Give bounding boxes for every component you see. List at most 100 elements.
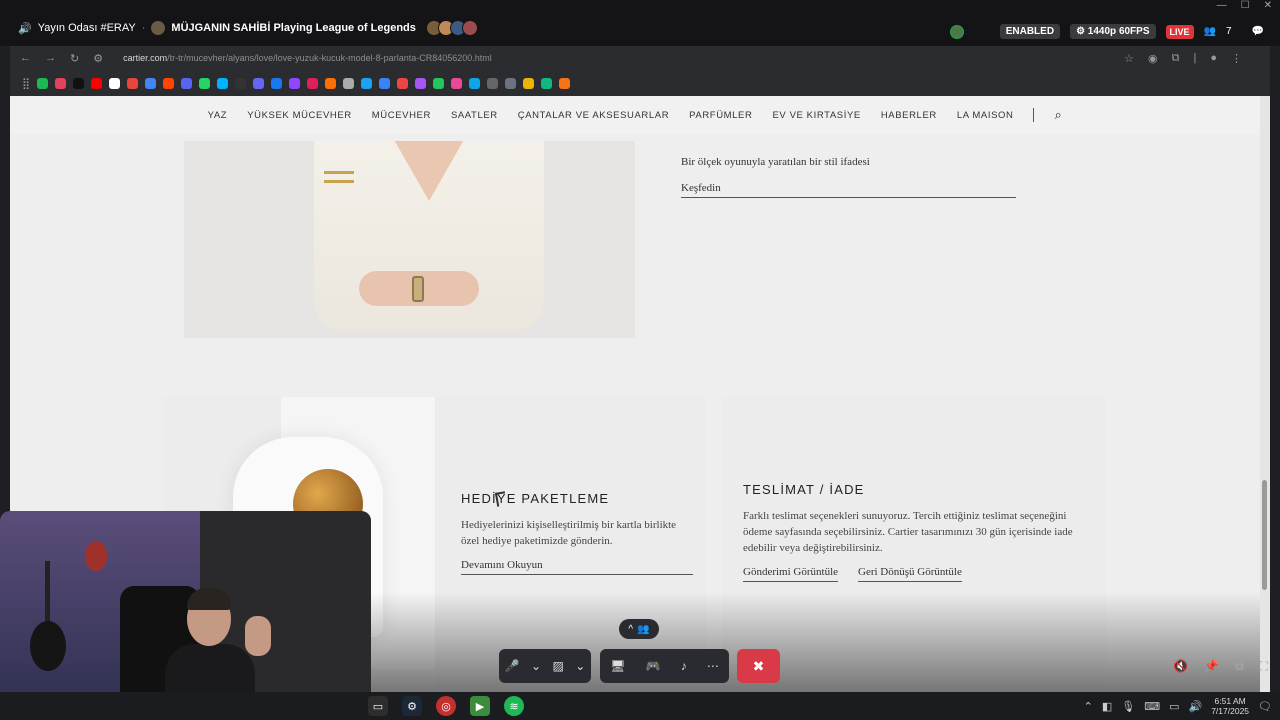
nav-item[interactable]: YÜKSEK MÜCEVHER	[247, 110, 352, 121]
volume-icon[interactable]: 🔊	[1189, 700, 1203, 713]
minimize-icon[interactable]: —	[1217, 0, 1227, 11]
bookmark-icon[interactable]	[325, 77, 337, 89]
menu-icon[interactable]: ⋮	[1231, 52, 1242, 65]
activity-icon[interactable]: 🎮	[646, 659, 661, 673]
bookmark-icon[interactable]	[271, 77, 283, 89]
discover-link[interactable]: Keşfedin	[681, 182, 1016, 198]
close-icon[interactable]: ✕	[1264, 0, 1272, 11]
nav-item[interactable]: MÜCEVHER	[372, 110, 431, 121]
nav-item[interactable]: ÇANTALAR VE AKSESUARLAR	[518, 110, 669, 121]
quality-badge: ⚙ 1440p 60FPS	[1070, 24, 1156, 39]
gift-read-more-link[interactable]: Devamını Okuyun	[461, 559, 693, 575]
clock[interactable]: 6:51 AM 7/17/2025	[1211, 696, 1249, 716]
stream-view-controls: 🔇 📌 ⧉ ⛶	[1173, 659, 1268, 674]
bookmark-icon[interactable]	[541, 77, 553, 89]
popout-icon[interactable]: ⧉	[1235, 659, 1244, 674]
bookmark-icon[interactable]	[109, 77, 121, 89]
puzzle-icon[interactable]: ⧉	[1172, 52, 1180, 65]
bookmark-icon[interactable]	[289, 77, 301, 89]
hair	[187, 588, 231, 610]
bookmark-icon[interactable]	[361, 77, 373, 89]
nav-divider	[1033, 108, 1035, 122]
enabled-badge: ENABLED	[999, 24, 1061, 39]
reload-icon[interactable]: ↻	[70, 52, 79, 65]
nav-item[interactable]: PARFÜMLER	[689, 110, 752, 121]
address-bar[interactable]: cartier.com/tr-tr/mucevher/alyans/love/l…	[123, 53, 492, 63]
fullscreen-icon[interactable]: ⛶	[1260, 659, 1268, 674]
keyboard-icon[interactable]: ⌨	[1144, 700, 1160, 713]
mute-icon[interactable]: 🔇	[1173, 659, 1188, 674]
pin-icon[interactable]: 📌	[1204, 659, 1219, 674]
activity-controls: 🖥 🎮 ♪ ⋯	[600, 649, 729, 683]
bookmark-icon[interactable]	[307, 77, 319, 89]
forward-icon[interactable]: →	[45, 52, 56, 64]
bookmark-icon[interactable]	[37, 77, 49, 89]
tray-app-icon[interactable]: ◧	[1102, 700, 1112, 713]
bookmark-icon[interactable]	[451, 77, 463, 89]
view-shipping-link[interactable]: Gönderimi Görüntüle	[743, 566, 839, 582]
soundboard-icon[interactable]: ♪	[681, 659, 687, 673]
bookmark-icon[interactable]	[253, 77, 265, 89]
site-info-icon[interactable]: ⚙	[93, 52, 103, 65]
people-icon[interactable]: 👥	[1204, 26, 1216, 37]
bookmark-icon[interactable]	[73, 77, 85, 89]
bookmark-icon[interactable]	[127, 77, 139, 89]
chevron-down-icon[interactable]: ⌄	[531, 659, 541, 673]
star-icon[interactable]: ☆	[1124, 52, 1134, 65]
bookmark-icon[interactable]	[379, 77, 391, 89]
nav-item[interactable]: HABERLER	[881, 110, 937, 121]
spotify-icon[interactable]: ≋	[504, 696, 524, 716]
microphone-icon[interactable]: 🎙	[1121, 700, 1135, 713]
gift-title: HEDİYE PAKETLEME	[461, 491, 610, 506]
bookmark-icon[interactable]	[163, 77, 175, 89]
bookmark-icon[interactable]	[415, 77, 427, 89]
user-avatar[interactable]	[949, 24, 964, 39]
apps-icon[interactable]: ⣿	[22, 77, 30, 90]
chevron-down-icon[interactable]: ⌄	[575, 659, 585, 673]
bookmark-icon[interactable]	[397, 77, 409, 89]
more-icon[interactable]: ⋯	[707, 659, 719, 673]
expand-participants-button[interactable]: ^ 👥	[619, 619, 659, 639]
bookmark-icon[interactable]	[469, 77, 481, 89]
notifications-icon[interactable]: 🗨	[1258, 700, 1272, 713]
extension-icon[interactable]: ◉	[1148, 52, 1158, 65]
profile-icon[interactable]: ●	[1210, 52, 1217, 65]
back-icon[interactable]: ←	[20, 52, 31, 64]
network-icon[interactable]: ▭	[1169, 700, 1179, 713]
bookmark-icon[interactable]	[145, 77, 157, 89]
maximize-icon[interactable]: ☐	[1241, 0, 1250, 11]
page-scrollbar[interactable]	[1260, 96, 1270, 692]
bookmark-icon[interactable]	[181, 77, 193, 89]
camera-off-icon[interactable]: ▨	[552, 659, 563, 673]
leave-call-button[interactable]: ✖	[737, 649, 780, 683]
chat-icon[interactable]: 💬	[1252, 26, 1264, 37]
steam-icon[interactable]: ⚙	[402, 696, 422, 716]
bookmark-icon[interactable]	[343, 77, 355, 89]
mic-icon[interactable]: 🎤	[505, 659, 520, 673]
screen-share-icon[interactable]: 🖥	[610, 659, 625, 673]
viewer-avatar	[461, 20, 478, 36]
bookmark-icon[interactable]	[559, 77, 571, 89]
scroll-thumb[interactable]	[1262, 480, 1267, 590]
bookmark-icon[interactable]	[199, 77, 211, 89]
chevron-up-icon[interactable]: ⌃	[1084, 700, 1093, 713]
channel-name[interactable]: Yayın Odası #ERAY	[38, 22, 136, 34]
bookmark-icon[interactable]	[235, 77, 247, 89]
play-icon[interactable]: ▶	[470, 696, 490, 716]
nav-item[interactable]: SAATLER	[451, 110, 498, 121]
nav-item[interactable]: LA MAISON	[957, 110, 1014, 121]
search-icon[interactable]: ⌕	[1054, 107, 1062, 123]
view-returns-link[interactable]: Geri Dönüşü Görüntüle	[858, 566, 962, 582]
bookmark-icon[interactable]	[217, 77, 229, 89]
bookmark-icon[interactable]	[55, 77, 67, 89]
bookmark-icon[interactable]	[523, 77, 535, 89]
stream-header: — ☐ ✕ 🔊 Yayın Odası #ERAY · MÜJGANIN SAH…	[0, 0, 1280, 46]
bookmark-icon[interactable]	[487, 77, 499, 89]
nav-item[interactable]: YAZ	[208, 110, 228, 121]
bookmark-icon[interactable]	[433, 77, 445, 89]
bookmark-icon[interactable]	[91, 77, 103, 89]
file-explorer-icon[interactable]: ▭	[368, 696, 388, 716]
bookmark-icon[interactable]	[505, 77, 517, 89]
nav-item[interactable]: EV VE KIRTASİYE	[772, 110, 860, 121]
riot-client-icon[interactable]: ◎	[436, 696, 456, 716]
